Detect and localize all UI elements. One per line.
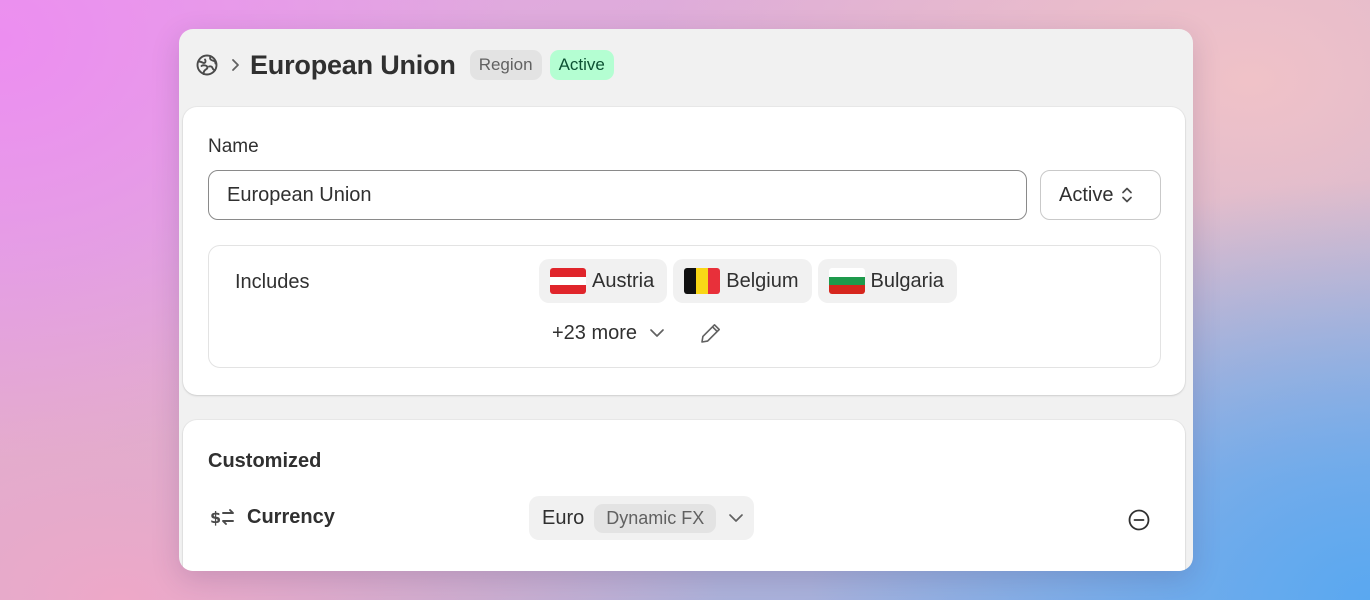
country-chips: Austria Belgium Bulgaria [539, 259, 957, 303]
status-badge: Active [549, 50, 614, 80]
includes-section: Includes Austria Belgium Bulgaria +23 mo… [208, 245, 1161, 368]
dynamic-fx-badge: Dynamic FX [594, 503, 717, 533]
currency-select[interactable]: Euro Dynamic FX [529, 496, 755, 540]
austria-flag-icon [550, 268, 586, 294]
region-window: European Union Region Active Name Europe… [179, 29, 1193, 571]
country-chip-label: Belgium [726, 269, 799, 292]
customized-heading: Customized [208, 450, 322, 472]
country-chip-bulgaria[interactable]: Bulgaria [817, 259, 957, 303]
bulgaria-flag-icon [828, 268, 865, 294]
belgium-flag-icon [684, 268, 721, 294]
chevron-down-icon [728, 512, 744, 524]
currency-exchange-icon: $ [210, 506, 236, 528]
chevron-down-icon[interactable] [649, 327, 665, 339]
remove-currency-button[interactable] [1127, 508, 1151, 532]
country-chip-belgium[interactable]: Belgium [673, 259, 812, 303]
status-select[interactable]: Active [1040, 170, 1161, 220]
currency-label: Currency [247, 505, 335, 528]
minus-circle-icon [1128, 509, 1150, 531]
svg-text:$: $ [210, 508, 221, 527]
pencil-icon [701, 324, 721, 343]
details-card: Name European Union Active Includes Aust… [183, 107, 1185, 395]
country-chip-label: Austria [592, 269, 655, 292]
edit-countries-button[interactable] [699, 321, 723, 345]
includes-label: Includes [235, 271, 310, 293]
select-arrows-icon [1121, 185, 1133, 205]
globe-icon [194, 52, 220, 78]
name-label: Name [208, 136, 259, 157]
customized-card: Customized $ Currency Euro Dynamic FX [183, 420, 1185, 571]
page-title: European Union [250, 49, 456, 80]
currency-row: $ Currency [210, 502, 335, 532]
name-field-value: European Union [227, 183, 372, 206]
region-type-badge: Region [469, 50, 542, 80]
name-field[interactable]: European Union [208, 170, 1027, 220]
more-countries-row: +23 more [552, 320, 723, 346]
status-select-value: Active [1059, 183, 1114, 206]
breadcrumb-chevron-icon [226, 56, 244, 74]
page-header: European Union Region Active [179, 29, 1193, 101]
more-countries-toggle[interactable]: +23 more [552, 322, 637, 345]
currency-value: Euro [542, 506, 585, 529]
country-chip-label: Bulgaria [870, 269, 944, 292]
country-chip-austria[interactable]: Austria [539, 259, 668, 303]
